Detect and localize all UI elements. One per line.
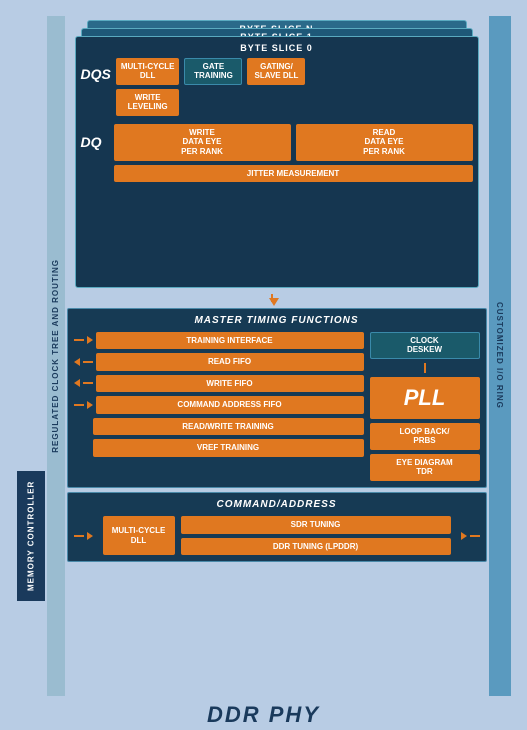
dq-top-row: Write Data Eye Per Rank Read Data Eye Pe… <box>114 124 473 161</box>
center-content: Byte Slice N Byte Slice 1 Byte Slice 0 D… <box>65 16 489 696</box>
cmd-multi-cycle-dll-box: Multi-cycle DLL <box>103 516 175 555</box>
dq-bottom-row: Jitter Measurement <box>114 165 473 183</box>
regulated-clock-label: Regulated Clock Tree and Routing <box>51 259 60 453</box>
command-address-title: Command/Address <box>74 499 480 510</box>
layout-wrapper: Memory Controller Regulated Clock Tree a… <box>17 16 511 696</box>
dqs-right-col: Gating/ Slave DLL <box>247 58 305 85</box>
regulated-clock-stripe: Regulated Clock Tree and Routing <box>47 16 65 696</box>
eye-diagram-tdr-box: Eye Diagram TDR <box>370 454 480 481</box>
master-timing-title: Master Timing Functions <box>74 315 480 326</box>
write-fifo-box: Write FIFO <box>96 375 364 393</box>
sdr-tuning-box: SDR Tuning <box>181 516 451 534</box>
master-timing-section: Master Timing Functions Training Interfa… <box>67 308 487 489</box>
dqs-label: DQS <box>81 58 111 82</box>
gate-training-box: Gate Training <box>184 58 242 85</box>
multi-cycle-dll-box: Multi-cycle DLL <box>116 58 180 85</box>
command-content: Multi-cycle DLL SDR Tuning DDR Tuning (L… <box>74 516 480 555</box>
dqs-section: DQS Multi-cycle DLL Write Leveling Gate … <box>81 58 473 116</box>
read-write-training-box: Read/Write Training <box>93 418 364 436</box>
customized-io-label: Customized I/O Ring <box>495 302 504 409</box>
read-fifo-box: Read FIFO <box>96 353 364 371</box>
pll-box: PLL <box>370 377 480 419</box>
dq-section: DQ Write Data Eye Per Rank Read Data Eye… <box>81 124 473 182</box>
write-leveling-box: Write Leveling <box>116 89 180 116</box>
dqs-boxes: Multi-cycle DLL Write Leveling Gate Trai… <box>116 58 306 116</box>
gating-slave-dll-box: Gating/ Slave DLL <box>247 58 305 85</box>
master-timing-grid: Training Interface Read FIFO Write FIFO <box>74 332 480 482</box>
read-data-eye-box: Read Data Eye Per Rank <box>296 124 473 161</box>
loop-back-prbs-box: Loop Back/ PRBS <box>370 423 480 450</box>
ddr-tuning-box: DDR Tuning (LPDDR) <box>181 538 451 556</box>
byte-slice-0: Byte Slice 0 DQS Multi-cycle DLL Write L… <box>75 36 479 288</box>
byte-slice-0-label: Byte Slice 0 <box>81 42 473 53</box>
down-arrow-1 <box>67 292 487 304</box>
mt-right-col: Clock Deskew PLL Loop Back/ PRBS Eye Dia… <box>370 332 480 482</box>
dq-label: DQ <box>81 124 109 150</box>
command-address-section: Command/Address Multi-cycle DLL SDR Tuni… <box>67 492 487 562</box>
write-data-eye-box: Write Data Eye Per Rank <box>114 124 291 161</box>
mt-left-col: Training Interface Read FIFO Write FIFO <box>74 332 364 482</box>
main-container: Memory Controller Regulated Clock Tree a… <box>9 8 519 708</box>
customized-io-stripe: Customized I/O Ring <box>489 16 511 696</box>
jitter-measurement-box: Jitter Measurement <box>114 165 473 183</box>
dq-boxes: Write Data Eye Per Rank Read Data Eye Pe… <box>114 124 473 182</box>
command-address-fifo-box: Command Address FIFO <box>96 396 364 414</box>
dqs-middle-col: Gate Training <box>184 58 242 85</box>
ddr-phy-title: DDR PHY <box>17 696 511 730</box>
training-interface-box: Training Interface <box>96 332 364 350</box>
memory-controller-label: Memory Controller <box>17 471 45 601</box>
cmd-right-col: SDR Tuning DDR Tuning (LPDDR) <box>181 516 451 555</box>
byte-slice-stack: Byte Slice N Byte Slice 1 Byte Slice 0 D… <box>75 20 479 288</box>
vref-training-box: Vref Training <box>93 439 364 457</box>
clock-deskew-box: Clock Deskew <box>370 332 480 359</box>
dqs-left-col: Multi-cycle DLL Write Leveling <box>116 58 180 116</box>
